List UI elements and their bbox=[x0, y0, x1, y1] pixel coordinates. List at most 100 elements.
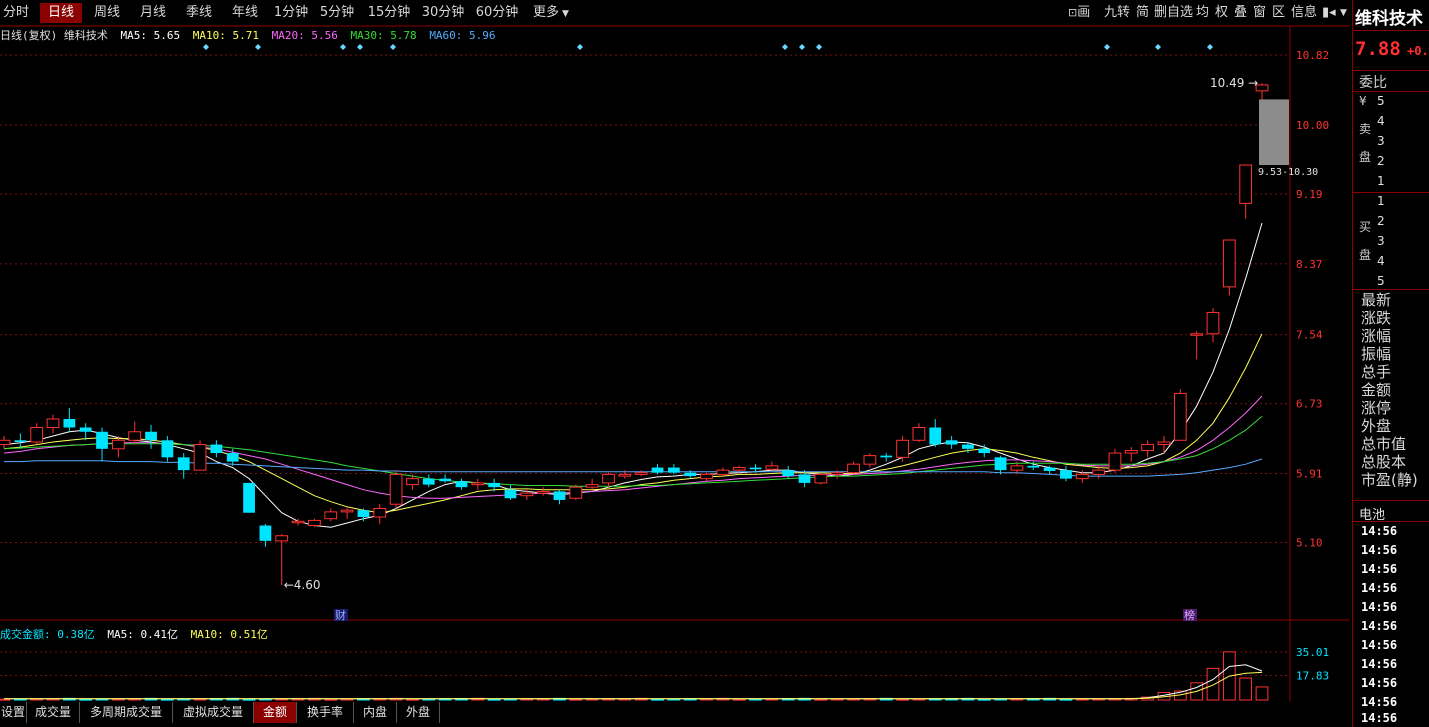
candle-down bbox=[553, 491, 566, 500]
volume-bar bbox=[1059, 698, 1073, 701]
low-price-label: ←4.60 bbox=[284, 578, 321, 592]
field-change: 涨跌 bbox=[1361, 309, 1392, 327]
tick-time: 14:56 bbox=[1361, 600, 1398, 614]
tab-multi-period-volume[interactable]: 多周期成交量 bbox=[80, 702, 173, 723]
candle-up bbox=[324, 511, 338, 520]
candle-up bbox=[128, 431, 142, 441]
volume-legend: 成交金额: 0.38亿 MA5: 0.41亿 MA10: 0.51亿 bbox=[0, 626, 274, 642]
tab-inner-volume[interactable]: 内盘 bbox=[354, 702, 397, 723]
volume-bar bbox=[732, 698, 746, 701]
price-tick-label: 5.10 bbox=[1296, 537, 1323, 550]
candle-down bbox=[1060, 470, 1072, 479]
candle-down bbox=[488, 482, 501, 488]
panel-divider bbox=[1353, 289, 1429, 290]
field-amount: 金额 bbox=[1361, 381, 1392, 399]
candle-down bbox=[455, 481, 468, 488]
volume-bar bbox=[406, 698, 419, 701]
candle-down bbox=[962, 444, 974, 449]
candle-up bbox=[830, 472, 844, 475]
candle-up bbox=[1190, 333, 1204, 336]
sell-level-3: 3 bbox=[1377, 134, 1385, 148]
tick-time: 14:56 bbox=[1361, 581, 1398, 595]
tick-time: 14:56 bbox=[1361, 657, 1398, 671]
candle-up bbox=[1206, 311, 1220, 335]
candle-down bbox=[422, 478, 435, 485]
event-marker-icon bbox=[1207, 44, 1213, 50]
field-market-cap: 总市值 bbox=[1361, 435, 1407, 453]
volume-bar bbox=[0, 698, 11, 701]
candle-down bbox=[243, 482, 255, 513]
candle-down bbox=[978, 448, 991, 454]
tab-settings[interactable]: 设置 bbox=[0, 702, 27, 723]
candle-up bbox=[275, 535, 289, 542]
field-limit-up: 涨停 bbox=[1361, 399, 1392, 417]
candle-up bbox=[585, 484, 599, 488]
price-tick-label: 5.91 bbox=[1296, 468, 1323, 481]
candle-up bbox=[471, 482, 485, 486]
kline-chart[interactable]: 10.82 10.00 9.19 8.37 7.54 6.73 5.91 5.10 ←4.60 1… bbox=[0, 0, 1350, 702]
candle-up bbox=[111, 439, 125, 450]
volume-bar bbox=[1239, 677, 1253, 701]
ma20-line bbox=[3, 395, 1263, 499]
volume-bar bbox=[79, 698, 93, 701]
candle-up bbox=[896, 439, 909, 458]
tick-time: 14:56 bbox=[1361, 543, 1398, 557]
price-tick-label: 7.54 bbox=[1296, 329, 1323, 342]
candle-down bbox=[177, 457, 190, 471]
tab-turnover[interactable]: 换手率 bbox=[297, 702, 354, 723]
sell-level-5: 5 bbox=[1377, 94, 1385, 108]
candle-down bbox=[357, 510, 370, 517]
sell-label-2: 盘 bbox=[1359, 150, 1372, 164]
candle-down bbox=[161, 440, 174, 458]
tick-time: 14:56 bbox=[1361, 619, 1398, 633]
candle-down bbox=[929, 427, 942, 445]
field-latest: 最新 bbox=[1361, 291, 1392, 309]
candle-down bbox=[96, 431, 108, 449]
tab-virtual-volume[interactable]: 虚拟成交量 bbox=[173, 702, 254, 723]
tab-outer-volume[interactable]: 外盘 bbox=[397, 702, 440, 723]
volume-bar bbox=[1206, 667, 1220, 701]
candle-up bbox=[765, 465, 779, 470]
sell-level-1: 1 bbox=[1377, 174, 1385, 188]
candle-up bbox=[1075, 473, 1089, 480]
field-outer-volume: 外盘 bbox=[1361, 417, 1392, 435]
volume-ma10-label: MA10: 0.51亿 bbox=[190, 628, 268, 641]
field-change-pct: 涨幅 bbox=[1361, 327, 1392, 345]
candle-down bbox=[226, 453, 239, 462]
limit-range-box bbox=[1259, 99, 1289, 166]
last-price: 7.88 bbox=[1355, 38, 1401, 60]
candle-up bbox=[569, 486, 583, 499]
buy-level-5: 5 bbox=[1377, 274, 1385, 288]
buy-level-4: 4 bbox=[1377, 254, 1385, 268]
candle-down bbox=[880, 455, 893, 458]
event-marker-icon bbox=[390, 44, 396, 50]
event-marker-icon bbox=[357, 44, 363, 50]
candle-up bbox=[863, 455, 877, 465]
candle-up bbox=[1124, 450, 1138, 454]
candle-up bbox=[308, 519, 321, 527]
range-label: 9.53-10.30 bbox=[1258, 167, 1318, 178]
panel-divider bbox=[1353, 500, 1429, 501]
volume-tick-label: 17.83 bbox=[1296, 669, 1329, 682]
event-tag-finance: 财 bbox=[335, 608, 346, 622]
volume-bar bbox=[569, 698, 583, 701]
volume-bar bbox=[896, 698, 909, 701]
field-amplitude: 振幅 bbox=[1361, 345, 1392, 363]
event-marker-icon bbox=[1104, 44, 1110, 50]
candle-down bbox=[1043, 467, 1056, 471]
event-marker-icon bbox=[1155, 44, 1161, 50]
candle-down bbox=[210, 444, 223, 454]
tick-time: 14:56 bbox=[1361, 711, 1398, 725]
candle-up bbox=[1141, 444, 1155, 452]
order-ratio-label: 委比 bbox=[1359, 75, 1387, 91]
volume-bar bbox=[1255, 686, 1269, 701]
tab-volume[interactable]: 成交量 bbox=[27, 702, 80, 723]
candle-down bbox=[798, 474, 811, 483]
candle-up bbox=[389, 473, 403, 505]
tab-amount[interactable]: 金额 bbox=[254, 702, 297, 723]
buy-level-3: 3 bbox=[1377, 234, 1385, 248]
candle-up bbox=[847, 463, 860, 474]
quote-panel: 维科技术 7.88 +0. 委比 ¥ 卖 盘 5 4 3 2 1 买 盘 1 2… bbox=[1352, 0, 1429, 727]
candle-up bbox=[373, 507, 387, 518]
event-marker-icon bbox=[782, 44, 788, 50]
